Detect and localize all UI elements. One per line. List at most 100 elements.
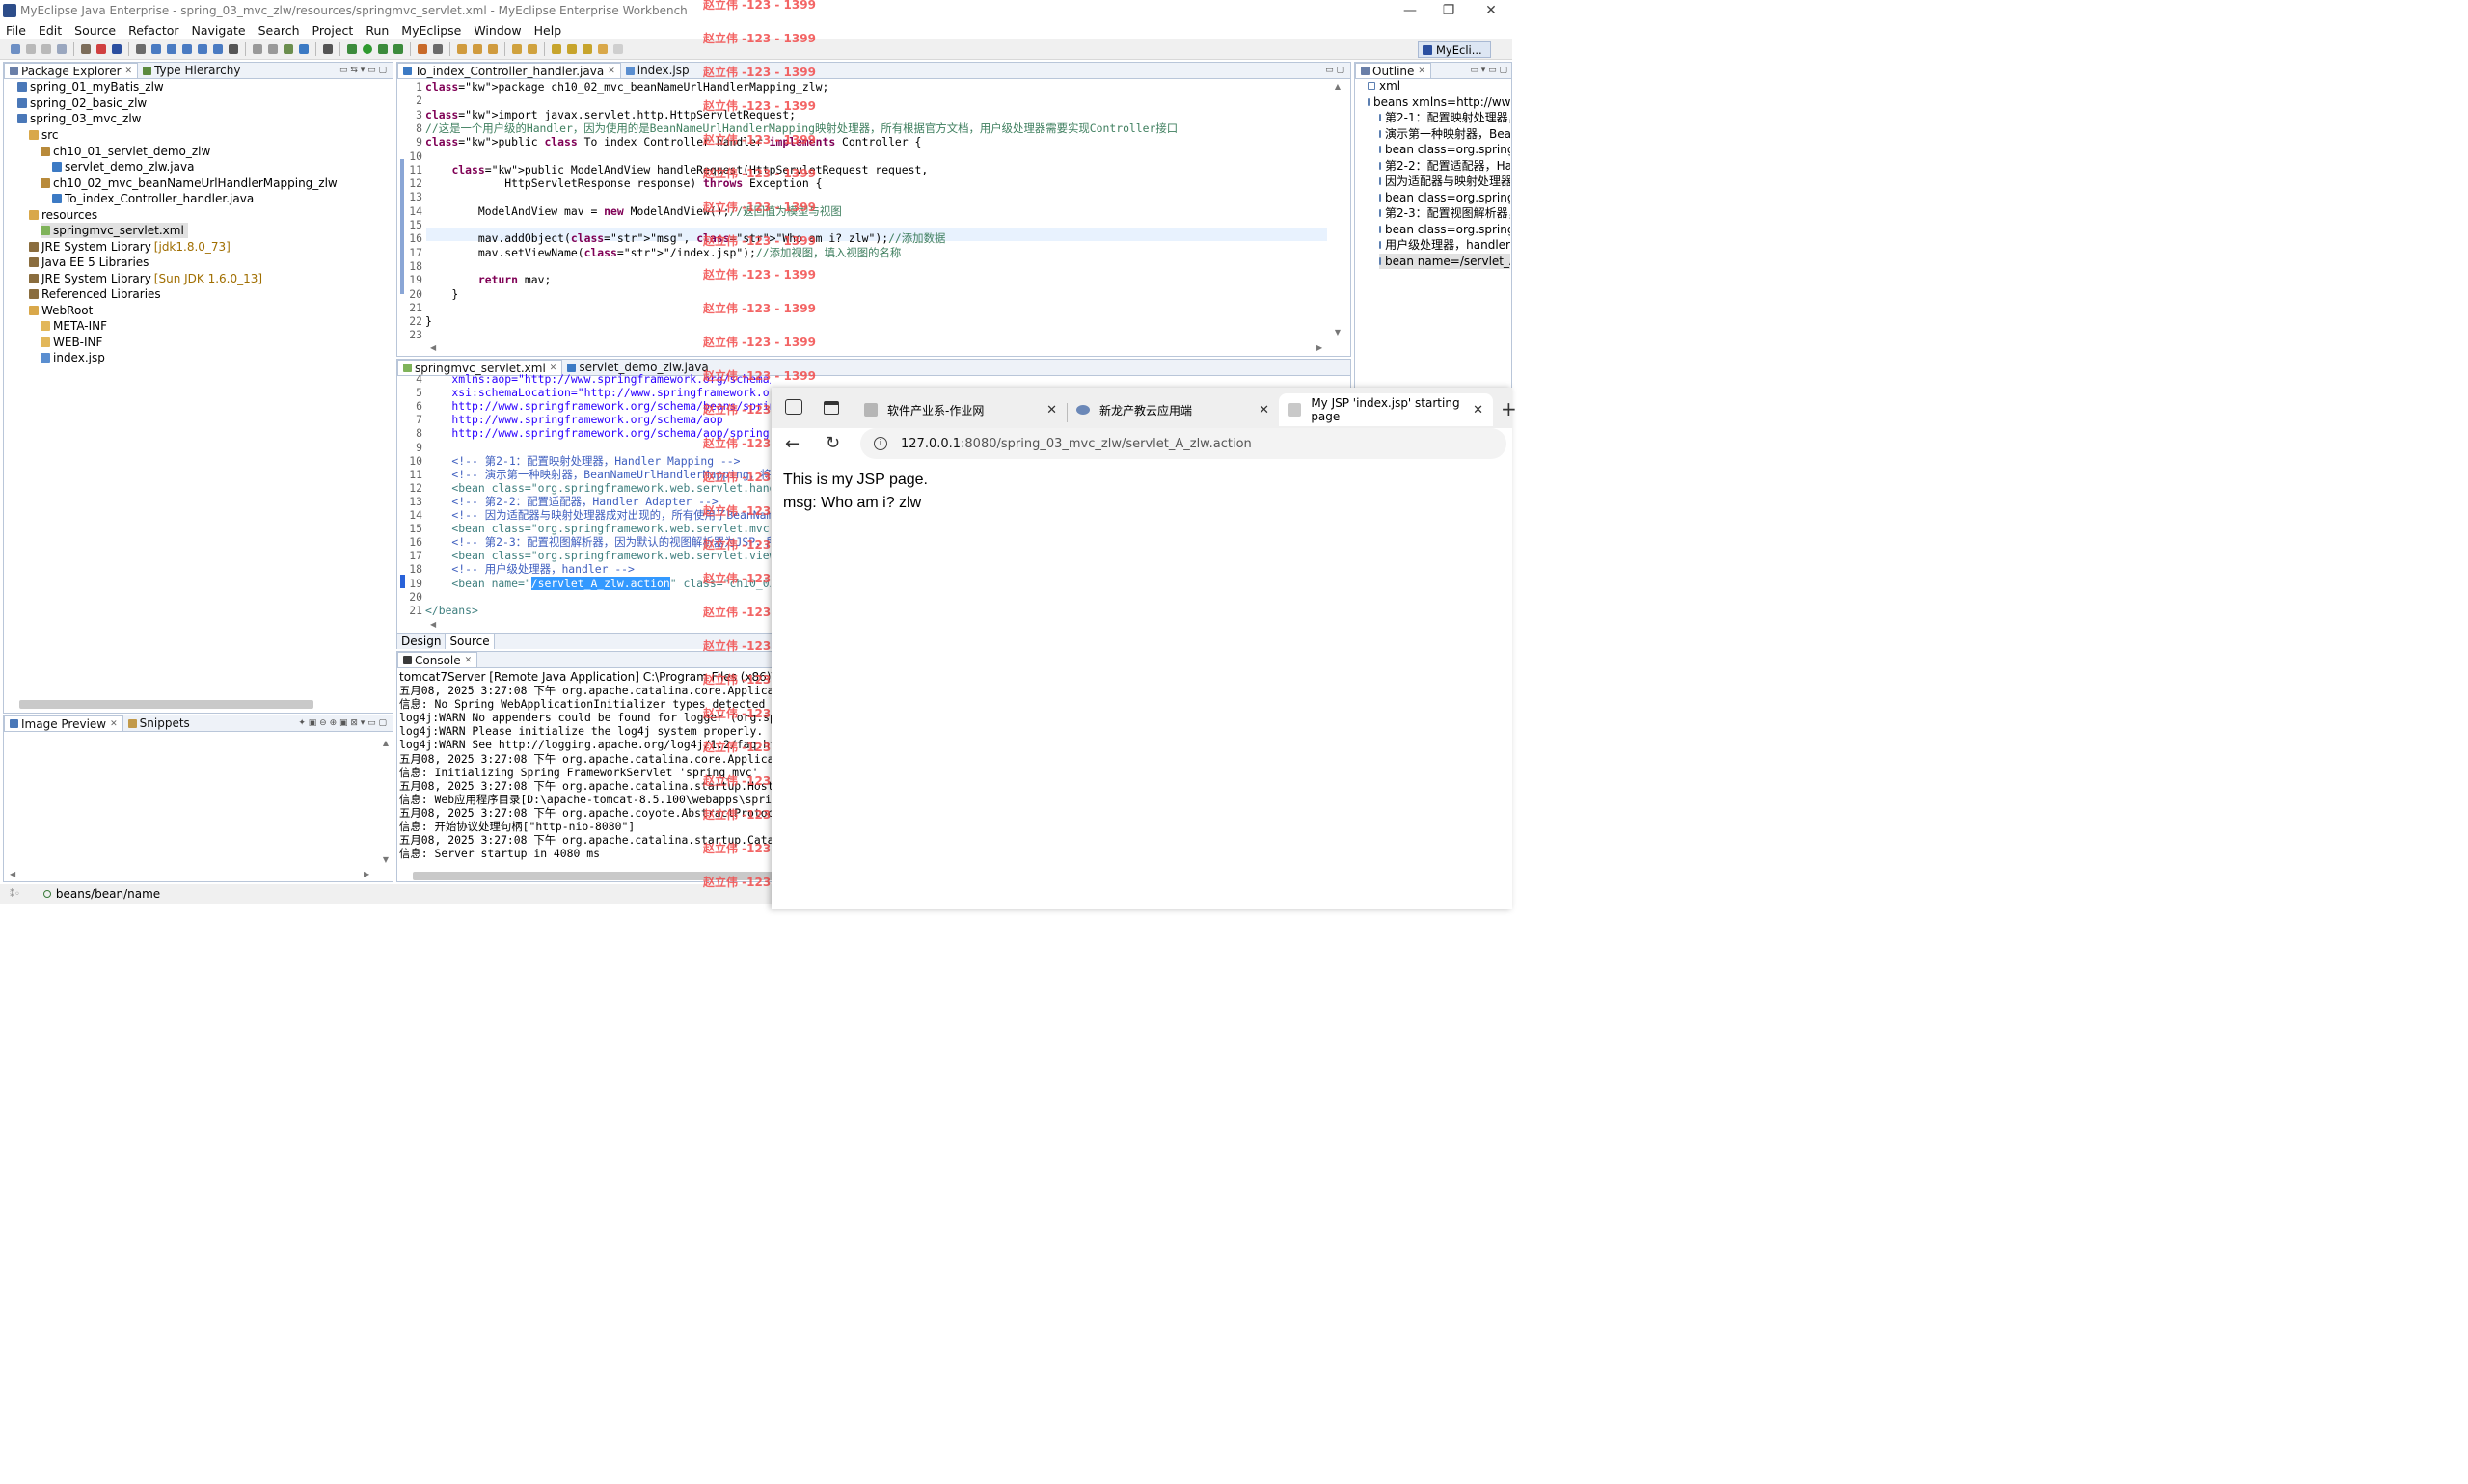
prev-annotation-icon[interactable] [567,43,577,54]
class-icon[interactable] [182,43,192,54]
menu-source[interactable]: Source [74,23,116,38]
tab-outline[interactable]: Outline ✕ [1355,63,1431,78]
close-icon[interactable]: ✕ [1418,67,1425,76]
outline-item[interactable]: bean class=org.springframework.web.servl… [1379,190,1510,205]
horizontal-scrollbar[interactable] [19,700,313,709]
new-tab-icon[interactable]: + [1501,397,1517,420]
globe-icon[interactable] [229,43,238,54]
tree-item-java-file[interactable]: servlet_demo_zlw.java [52,159,194,175]
code-line[interactable]: xsi:schemaLocation="http://www.springfra… [425,386,771,399]
reload-icon[interactable]: ↻ [826,433,840,453]
outline-item[interactable]: bean class=org.springframework.web.servl… [1379,142,1510,157]
code-line[interactable]: <bean class="org.springframework.web.ser… [425,522,771,535]
outline-item[interactable]: beans xmlns=http://www.springframework.o… [1368,94,1510,110]
close-icon[interactable]: ✕ [550,364,557,373]
outline-item[interactable]: 用户级处理器，handler [1379,237,1510,253]
annotation-icon[interactable] [528,43,537,54]
save-all-icon[interactable] [41,43,51,54]
scroll-left-icon[interactable]: ◀ [430,343,436,352]
scroll-left-icon[interactable]: ◀ [10,870,15,878]
coverage-icon[interactable] [393,43,403,54]
tree-item-project[interactable]: spring_01_myBatis_zlw [17,79,164,94]
view-menu-icon[interactable]: ▭ ⇆ ▾ ▭ ▢ [339,63,387,78]
code-line[interactable]: class="kw">package ch10_02_mvc_beanNameU… [425,80,828,94]
tree-item-library[interactable]: JRE System Library [jdk1.8.0_73] [29,239,231,255]
bookmark-icon[interactable] [512,43,522,54]
tree-item-package[interactable]: ch10_02_mvc_beanNameUrlHandlerMapping_zl… [41,175,338,191]
back-icon[interactable]: ← [785,434,800,454]
run-external-icon[interactable] [378,43,388,54]
outline-item[interactable]: 第2-1：配置映射处理器，Handler Mapping [1379,110,1510,125]
print-icon[interactable] [57,43,67,54]
menu-help[interactable]: Help [534,23,562,38]
explorer-icon[interactable] [299,43,309,54]
package-icon[interactable] [198,43,207,54]
code-line[interactable]: class="kw">public class To_index_Control… [425,135,921,148]
tree-item-library[interactable]: Referenced Libraries [29,286,161,302]
code-line[interactable]: <!-- 第2-1：配置映射处理器，Handler Mapping --> [425,454,771,468]
tab-jsp-file[interactable]: index.jsp [621,63,694,78]
editor-minmax-icon[interactable]: ▭ ▢ [1325,63,1344,78]
new-icon[interactable] [11,43,20,54]
db-icon[interactable] [284,43,293,54]
tab-java-file[interactable]: To_index_Controller_handler.java ✕ [397,63,621,78]
outline-item[interactable]: 因为适配器与映射处理器成对出现的 [1379,174,1510,189]
forward-icon[interactable] [613,43,623,54]
address-bar[interactable]: i 127.0.0.1 :8080/spring_03_mvc_zlw/serv… [860,428,1506,459]
close-button[interactable]: ✕ [1470,0,1512,21]
interface-icon[interactable] [213,43,223,54]
open-folder-icon[interactable] [457,43,467,54]
scroll-down-icon[interactable]: ▼ [1335,328,1341,337]
browser-icon[interactable] [136,43,146,54]
info-icon[interactable]: i [874,437,887,450]
tab-actions-icon[interactable] [824,401,839,415]
tree-item-project[interactable]: spring_03_mvc_zlw [17,111,141,126]
wizard-icon[interactable] [151,43,161,54]
next-annotation-icon[interactable] [552,43,561,54]
view-menu-icon[interactable]: ✦ ▣ ⊖ ⊕ ▣ ⊠ ▾ ▭ ▢ [298,715,387,731]
link-icon[interactable] [253,43,262,54]
menu-project[interactable]: Project [312,23,354,38]
tree-item-library[interactable]: Java EE 5 Libraries [29,255,149,270]
browser-tab[interactable]: 软件产业系-作业网 ✕ [854,393,1067,426]
scroll-down-icon[interactable]: ▼ [383,855,389,864]
tree-item-jsp-file[interactable]: index.jsp [41,350,105,365]
menu-myeclipse[interactable]: MyEclipse [401,23,461,38]
close-tab-icon[interactable]: ✕ [1259,403,1269,418]
project-icon[interactable] [167,43,176,54]
tab-package-explorer[interactable]: Package Explorer ✕ [4,63,139,78]
refresh-icon[interactable] [268,43,278,54]
tree-item-folder[interactable]: WEB-INF [41,335,102,350]
outline-item[interactable]: bean class=org.springframework.web.servl… [1379,222,1510,237]
team-icon[interactable] [418,43,427,54]
tree-item-folder[interactable]: META-INF [41,318,107,334]
menu-edit[interactable]: Edit [39,23,62,38]
menu-window[interactable]: Window [474,23,521,38]
outline-item[interactable]: 演示第一种映射器，BeanNameUrlHandlerMapping [1379,126,1510,142]
outline-item[interactable]: bean name=/servlet_A_zlw.action [1379,253,1510,269]
open-type-icon[interactable] [81,43,91,54]
terminal-icon[interactable] [323,43,333,54]
close-icon[interactable]: ✕ [110,719,118,729]
workspaces-icon[interactable] [785,399,802,415]
scroll-right-icon[interactable]: ▶ [364,870,369,878]
tree-item-java-file[interactable]: To_index_Controller_handler.java [52,191,254,206]
tree-item-library[interactable]: JRE System Library [Sun JDK 1.6.0_13] [29,271,262,286]
tree-item-package[interactable]: ch10_01_servlet_demo_zlw [41,144,210,159]
code-line[interactable]: } [425,287,458,301]
tree-item-src[interactable]: src [29,127,59,143]
tree-item-project[interactable]: spring_02_basic_zlw [17,95,147,111]
task-icon[interactable] [488,43,498,54]
code-line[interactable]: return mav; [425,273,551,286]
pencil-icon[interactable] [473,43,482,54]
close-tab-icon[interactable]: ✕ [1473,403,1483,418]
scroll-up-icon[interactable]: ▲ [1335,82,1341,91]
deploy-icon[interactable] [112,43,122,54]
last-edit-icon[interactable] [583,43,592,54]
server-icon[interactable] [96,43,106,54]
restore-button[interactable]: ❐ [1427,0,1470,21]
back-icon[interactable] [598,43,608,54]
scroll-left-icon[interactable]: ◀ [430,620,436,629]
outline-item[interactable]: 第2-2：配置适配器，Handler Adapter [1379,158,1510,174]
menu-navigate[interactable]: Navigate [192,23,246,38]
